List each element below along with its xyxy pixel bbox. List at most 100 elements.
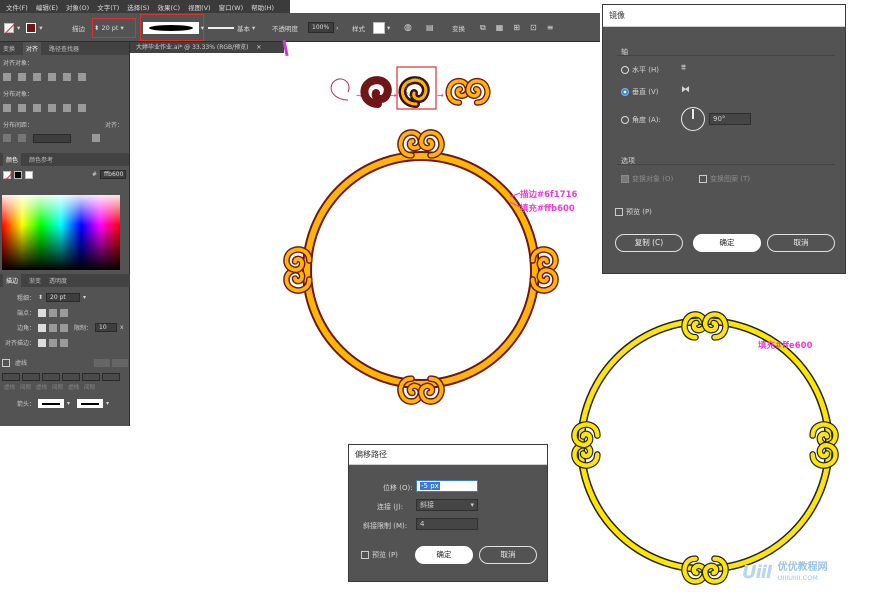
none-swatch[interactable] [3, 170, 11, 179]
tab-color-guide[interactable]: 颜色参考 [29, 155, 53, 164]
angle-radio[interactable]: 角度 (A): [621, 115, 661, 125]
close-icon[interactable]: ✕ [256, 44, 261, 51]
spacing-v-icon[interactable] [3, 134, 11, 142]
dashed-checkbox[interactable] [2, 358, 10, 367]
color-spectrum[interactable] [2, 195, 120, 270]
align-vcenter-icon[interactable] [63, 73, 71, 81]
menu-type[interactable]: 文字(T) [97, 2, 119, 12]
menu-icon[interactable]: ≡ [547, 23, 554, 32]
transform-patterns-checkbox[interactable]: 变换图案 (T) [699, 174, 750, 184]
fill-none-swatch[interactable] [4, 22, 14, 33]
menu-view[interactable]: 视图(V) [188, 2, 211, 12]
limit-input[interactable]: 10 [95, 323, 118, 332]
tab-pathfinder[interactable]: 路径查找器 [49, 44, 79, 53]
chevron-down-icon[interactable]: ▾ [83, 294, 86, 301]
tab-transparency[interactable]: 透明度 [49, 276, 67, 285]
distribute-right-icon[interactable] [78, 104, 86, 112]
stepper-icon[interactable]: ⬍ [38, 294, 43, 301]
gap-input[interactable] [102, 373, 120, 381]
arrowhead-end[interactable] [77, 399, 104, 408]
menu-help[interactable]: 帮助(H) [251, 2, 274, 12]
transform-objects-checkbox[interactable]: 变换对象 (O) [621, 174, 673, 184]
butt-cap-icon[interactable] [38, 308, 47, 317]
menu-effect[interactable]: 效果(C) [157, 2, 180, 12]
chevron-down-icon[interactable]: ▾ [120, 24, 123, 32]
align-left-icon[interactable] [3, 73, 11, 81]
tab-color[interactable]: 颜色 [3, 153, 22, 166]
isolate-icon[interactable]: ⧉ [480, 23, 486, 33]
stroke-weight-input[interactable]: 20 pt [101, 24, 118, 32]
horizontal-radio[interactable]: 水平 (H) [621, 65, 659, 75]
joins-select[interactable]: 斜接 ▾ [416, 499, 478, 511]
round-join-icon[interactable] [49, 323, 58, 332]
white-swatch[interactable] [25, 170, 33, 179]
distribute-top-icon[interactable] [3, 104, 11, 112]
gap-input[interactable] [22, 373, 40, 381]
select-similar-icon[interactable]: ⊡ [530, 23, 537, 32]
offset-ok-button[interactable]: 确定 [415, 546, 473, 564]
menu-file[interactable]: 文件(F) [6, 2, 28, 12]
offset-preview-checkbox[interactable]: 预览 (P) [361, 550, 398, 560]
vertical-radio[interactable]: 垂直 (V) [621, 87, 658, 97]
black-swatch[interactable] [14, 170, 22, 179]
align-stroke-center-icon[interactable] [38, 338, 47, 347]
recolor-icon[interactable]: ◍ [404, 13, 412, 42]
style-swatch[interactable] [373, 21, 385, 34]
dash-align-icon[interactable] [94, 358, 110, 367]
distribute-left-icon[interactable] [48, 104, 56, 112]
menu-select[interactable]: 选择(S) [127, 2, 149, 12]
menu-object[interactable]: 对象(O) [66, 2, 89, 12]
grid-icon[interactable]: ▦ [496, 23, 504, 32]
chevron-down-icon[interactable]: ▾ [201, 24, 204, 32]
stepper-icon[interactable]: ⬍ [94, 24, 99, 32]
align-bottom-icon[interactable] [78, 73, 86, 81]
cancel-button[interactable]: 取消 [767, 234, 835, 252]
copy-button[interactable]: 复制 (C) [615, 234, 683, 252]
distribute-bottom-icon[interactable] [33, 104, 41, 112]
align-icon[interactable]: ▤ [426, 13, 434, 42]
tab-gradient[interactable]: 渐变 [29, 276, 41, 285]
tab-transform[interactable]: 变换 [3, 44, 15, 53]
distribute-hcenter-icon[interactable] [63, 104, 71, 112]
dash-input[interactable] [42, 373, 60, 381]
ok-button[interactable]: 确定 [693, 234, 761, 252]
stroke-color-swatch[interactable] [26, 22, 37, 33]
align-hcenter-icon[interactable] [18, 73, 26, 81]
distribute-vcenter-icon[interactable] [18, 104, 26, 112]
align-stroke-outside-icon[interactable] [60, 338, 69, 347]
align-to-icon[interactable] [92, 134, 100, 142]
angle-input[interactable]: 90° [709, 113, 751, 125]
round-cap-icon[interactable] [49, 308, 58, 317]
arrowhead-start[interactable] [38, 399, 65, 408]
angle-dial[interactable] [681, 107, 705, 131]
square-cap-icon[interactable] [60, 308, 69, 317]
menu-edit[interactable]: 编辑(E) [36, 2, 58, 12]
align-top-icon[interactable] [48, 73, 56, 81]
dash-input[interactable] [2, 373, 20, 381]
document-tab[interactable]: 大婷毕业作业.ai* @ 33.33% (RGB/预览) ✕ [130, 42, 284, 53]
opacity-input[interactable]: 100% [308, 22, 334, 33]
hex-input[interactable]: ffb600 [100, 170, 126, 179]
spacing-h-icon[interactable] [18, 134, 26, 142]
brush-definition[interactable]: 基本 ▾ [208, 13, 255, 42]
chevron-down-icon[interactable]: ▾ [106, 400, 109, 407]
miter-limit-input[interactable]: 4 [416, 518, 478, 530]
offset-cancel-button[interactable]: 取消 [479, 546, 537, 564]
chevron-down-icon[interactable]: ▾ [39, 24, 42, 32]
chevron-down-icon[interactable]: ▾ [67, 400, 70, 407]
menu-window[interactable]: 窗口(W) [219, 2, 244, 12]
miter-join-icon[interactable] [38, 323, 47, 332]
chevron-down-icon[interactable]: ▾ [387, 24, 390, 32]
chevron-right-icon[interactable]: › [336, 24, 339, 32]
transform-link[interactable]: 变换 [452, 13, 465, 42]
gap-input[interactable] [62, 373, 80, 381]
arrange-icon[interactable]: ⊞ [513, 23, 520, 32]
dash-input[interactable] [82, 373, 100, 381]
offset-input[interactable]: -5 px [416, 480, 478, 492]
preview-checkbox[interactable]: 预览 (P) [615, 207, 652, 217]
tab-align[interactable]: 对齐 [23, 42, 42, 55]
spacing-input[interactable] [33, 134, 71, 143]
align-right-icon[interactable] [33, 73, 41, 81]
bevel-join-icon[interactable] [60, 323, 69, 332]
tab-stroke[interactable]: 描边 [3, 274, 22, 287]
